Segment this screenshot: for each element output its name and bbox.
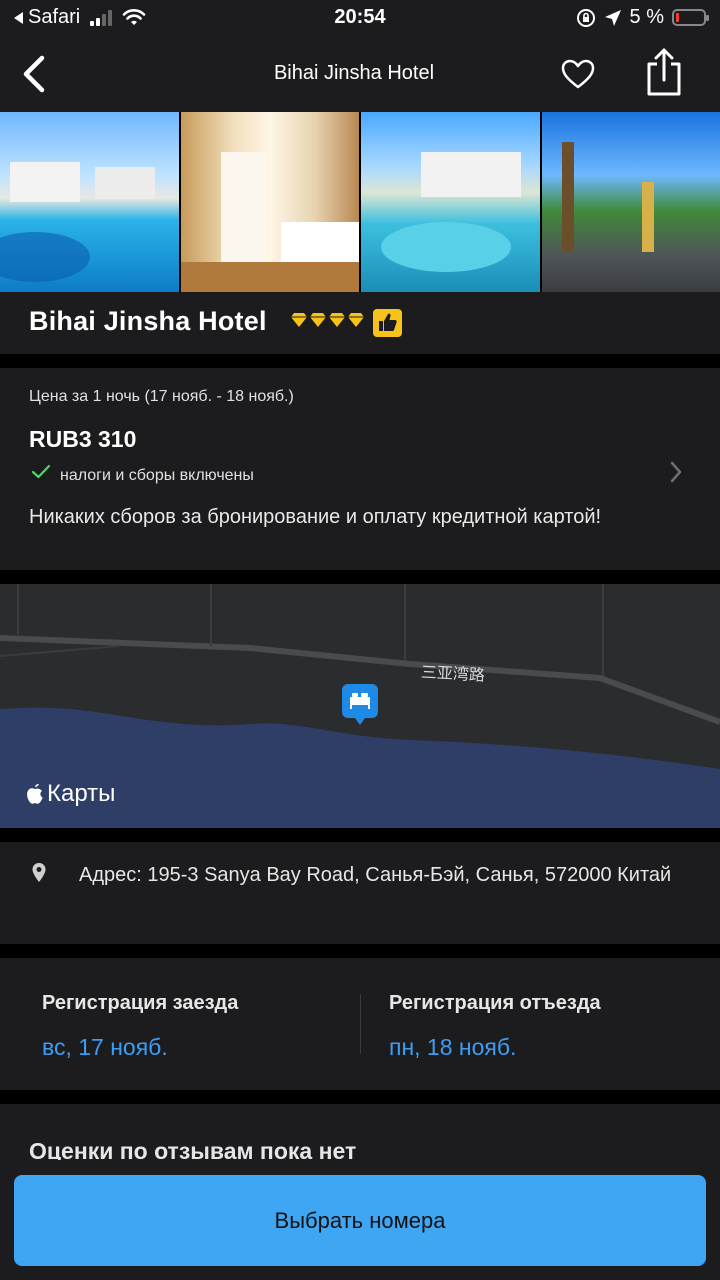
hotel-photo-room[interactable] bbox=[180, 112, 359, 292]
apple-logo-icon bbox=[27, 783, 43, 804]
battery-icon bbox=[672, 9, 709, 26]
battery-percent: 5 % bbox=[629, 6, 664, 28]
hotel-photo-pool[interactable] bbox=[0, 112, 179, 292]
hotel-map-pin-icon[interactable] bbox=[342, 684, 378, 726]
maps-brand: Карты bbox=[25, 780, 115, 808]
nav-title: Bihai Jinsha Hotel bbox=[273, 62, 435, 84]
location-arrow-icon bbox=[604, 9, 621, 26]
share-icon[interactable] bbox=[644, 48, 684, 96]
address-text: Адрес: 195-3 Sanya Bay Road, Санья-Бэй, … bbox=[79, 864, 672, 886]
select-rooms-button[interactable]: Выбрать номера bbox=[14, 1175, 706, 1266]
orientation-lock-icon bbox=[576, 8, 595, 27]
location-pin-icon bbox=[32, 863, 46, 882]
nav-bar: Bihai Jinsha Hotel bbox=[0, 36, 720, 112]
diamond-icon bbox=[291, 313, 307, 327]
fees-note: Никаких сборов за бронирование и оплату … bbox=[29, 506, 602, 528]
thumbs-up-icon bbox=[379, 313, 397, 331]
price-amount: RUB3 310 bbox=[29, 426, 137, 452]
chevron-right-icon[interactable] bbox=[668, 460, 684, 484]
thumbs-up-badge[interactable] bbox=[373, 309, 402, 337]
dates-divider bbox=[360, 994, 361, 1054]
diamond-icon bbox=[329, 313, 345, 327]
rating-diamonds bbox=[290, 312, 365, 328]
check-icon bbox=[31, 464, 51, 479]
checkout-label: Регистрация отъезда bbox=[389, 992, 601, 1014]
status-right: 5 % bbox=[576, 6, 709, 29]
checkin-date[interactable]: вс, 17 нояб. bbox=[42, 1034, 168, 1061]
hotel-photo-pool-2[interactable] bbox=[361, 112, 540, 292]
checkin-label: Регистрация заезда bbox=[42, 992, 239, 1014]
hotel-photo-street[interactable] bbox=[541, 112, 720, 292]
checkout-date[interactable]: пн, 18 нояб. bbox=[389, 1034, 516, 1061]
taxes-note: налоги и сборы включены bbox=[60, 467, 254, 484]
photo-gallery[interactable] bbox=[0, 112, 720, 292]
address-card[interactable] bbox=[0, 842, 720, 944]
diamond-icon bbox=[348, 313, 364, 327]
maps-brand-label: Карты bbox=[47, 780, 116, 807]
diamond-icon bbox=[310, 313, 326, 327]
status-bar: Safari 20:54 5 % bbox=[0, 0, 720, 36]
hotel-name-card: Bihai Jinsha Hotel bbox=[0, 292, 720, 354]
map-road-label: 三亚湾路 bbox=[420, 662, 486, 685]
heart-icon[interactable] bbox=[560, 58, 596, 90]
price-label: Цена за 1 ночь (17 нояб. - 18 нояб.) bbox=[29, 388, 294, 405]
hotel-name: Bihai Jinsha Hotel bbox=[29, 306, 267, 336]
